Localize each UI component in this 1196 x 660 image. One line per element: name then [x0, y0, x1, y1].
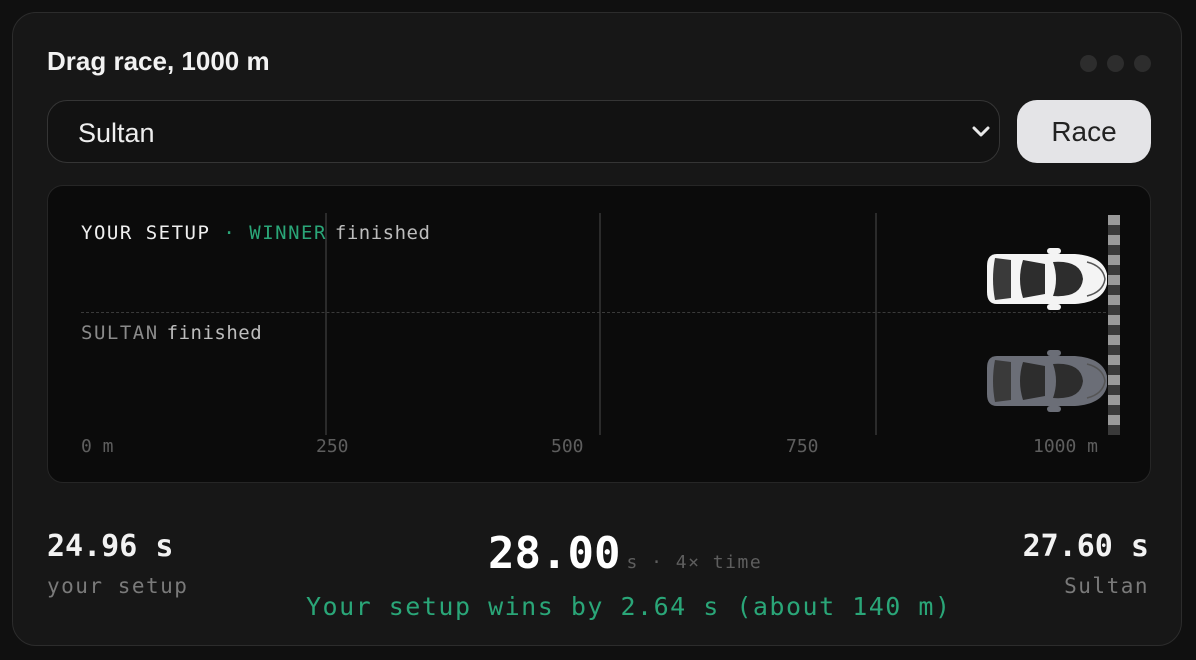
winner-badge: WINNER — [249, 222, 327, 244]
clock-value: 28.00 — [488, 528, 621, 579]
lane-status: finished — [334, 222, 431, 244]
car-part — [993, 360, 1011, 402]
drag-race-card: Drag race, 1000 m Sultan Race YOUR SETUP… — [12, 12, 1182, 646]
car-part — [1020, 260, 1045, 298]
car-part — [1047, 350, 1061, 356]
car-part — [1020, 362, 1045, 400]
finish-check — [1108, 315, 1120, 325]
finish-check — [1108, 335, 1120, 345]
tick-0: 0 m — [81, 436, 114, 457]
car-part — [1047, 248, 1061, 254]
race-button[interactable]: Race — [1017, 100, 1151, 163]
lane-separator: · — [223, 222, 237, 244]
race-clock: 28.00 s · 4× time — [488, 528, 762, 579]
your-car-icon — [987, 248, 1107, 310]
dot — [1107, 55, 1124, 72]
tick-250: 250 — [316, 436, 349, 457]
car-part — [1047, 304, 1061, 310]
more-dots-icon[interactable] — [1080, 55, 1151, 72]
finish-check — [1108, 215, 1120, 225]
lane-label-sultan: SULTAN finished — [81, 322, 262, 344]
sultan-car-icon — [987, 350, 1107, 412]
gridline-500 — [599, 213, 601, 435]
car-part — [993, 258, 1011, 300]
your-time-label: your setup — [47, 574, 189, 598]
lane-status: finished — [166, 322, 263, 344]
finish-check — [1108, 325, 1120, 335]
tick-750: 750 — [786, 436, 819, 457]
dot — [1080, 55, 1097, 72]
gridline-750 — [875, 213, 877, 435]
lane-name: YOUR SETUP — [81, 222, 211, 244]
race-track: YOUR SETUP · WINNER finished SULTAN finish… — [47, 185, 1151, 483]
clock-unit: s · 4× time — [626, 552, 763, 573]
tick-1000: 1000 m — [1033, 436, 1099, 457]
race-verdict: Your setup wins by 2.64 s (about 140 m) — [306, 592, 952, 621]
finish-check — [1108, 415, 1120, 425]
chevron-down-icon — [972, 126, 990, 137]
tick-500: 500 — [551, 436, 584, 457]
car-select[interactable]: Sultan — [47, 100, 1000, 163]
dot — [1134, 55, 1151, 72]
card-title: Drag race, 1000 m — [47, 46, 270, 76]
gridline-250 — [325, 213, 327, 435]
opponent-time-label: Sultan — [1064, 574, 1149, 598]
car-select-value: Sultan — [78, 118, 155, 148]
lane-label-your-setup: YOUR SETUP · WINNER finished — [81, 222, 430, 244]
finish-check — [1108, 225, 1120, 235]
opponent-time: 27.60 s — [1022, 529, 1149, 564]
car-part — [1047, 406, 1061, 412]
lane-divider — [81, 312, 1111, 313]
finish-check — [1108, 425, 1120, 435]
lane-name: SULTAN — [81, 322, 159, 344]
your-time: 24.96 s — [47, 529, 174, 564]
